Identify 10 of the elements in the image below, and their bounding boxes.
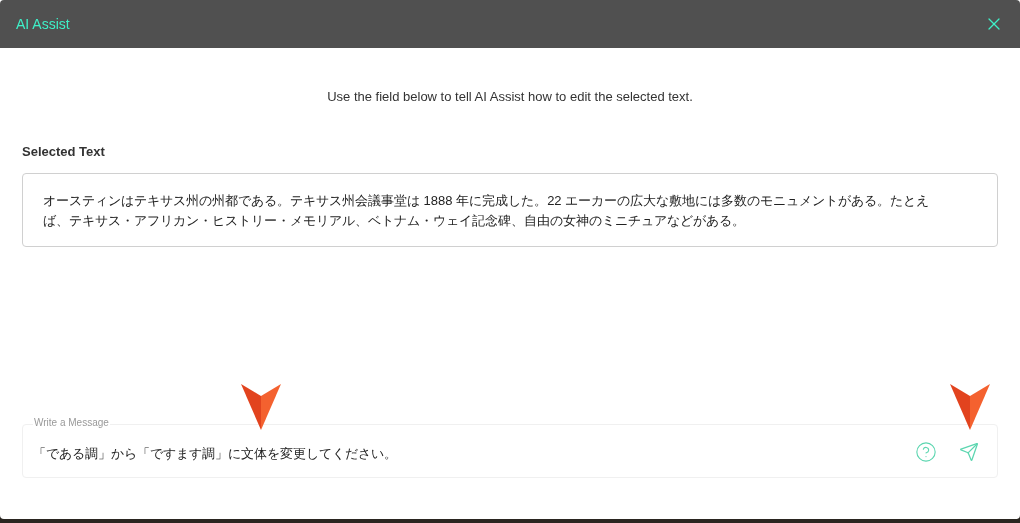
pointer-arrow-icon <box>241 384 281 430</box>
pointer-arrow-icon <box>950 384 990 430</box>
selected-text-box[interactable]: オースティンはテキサス州の州都である。テキサス州会議事堂は 1888 年に完成した。22 エーカーの広大な敷地には多数のモニュメントがある。たとえば、テキサス・アフリカン・ヒストリー・メモリアル、ベトナム・ウェイ記念碑、自由の女神のミニチュアなどがある。 <box>22 172 998 247</box>
dialog-title: AI Assist <box>16 14 70 34</box>
send-button[interactable] <box>959 442 979 462</box>
instruction-text: Use the field below to tell AI Assist how to edit the selected text. <box>327 88 693 106</box>
help-icon[interactable] <box>915 441 937 463</box>
selected-text-label: Selected Text <box>22 143 105 159</box>
field-label: Write a Message <box>33 417 110 429</box>
message-text: 「である調」から「ですます調」に文体を変更してください。 <box>33 445 398 463</box>
